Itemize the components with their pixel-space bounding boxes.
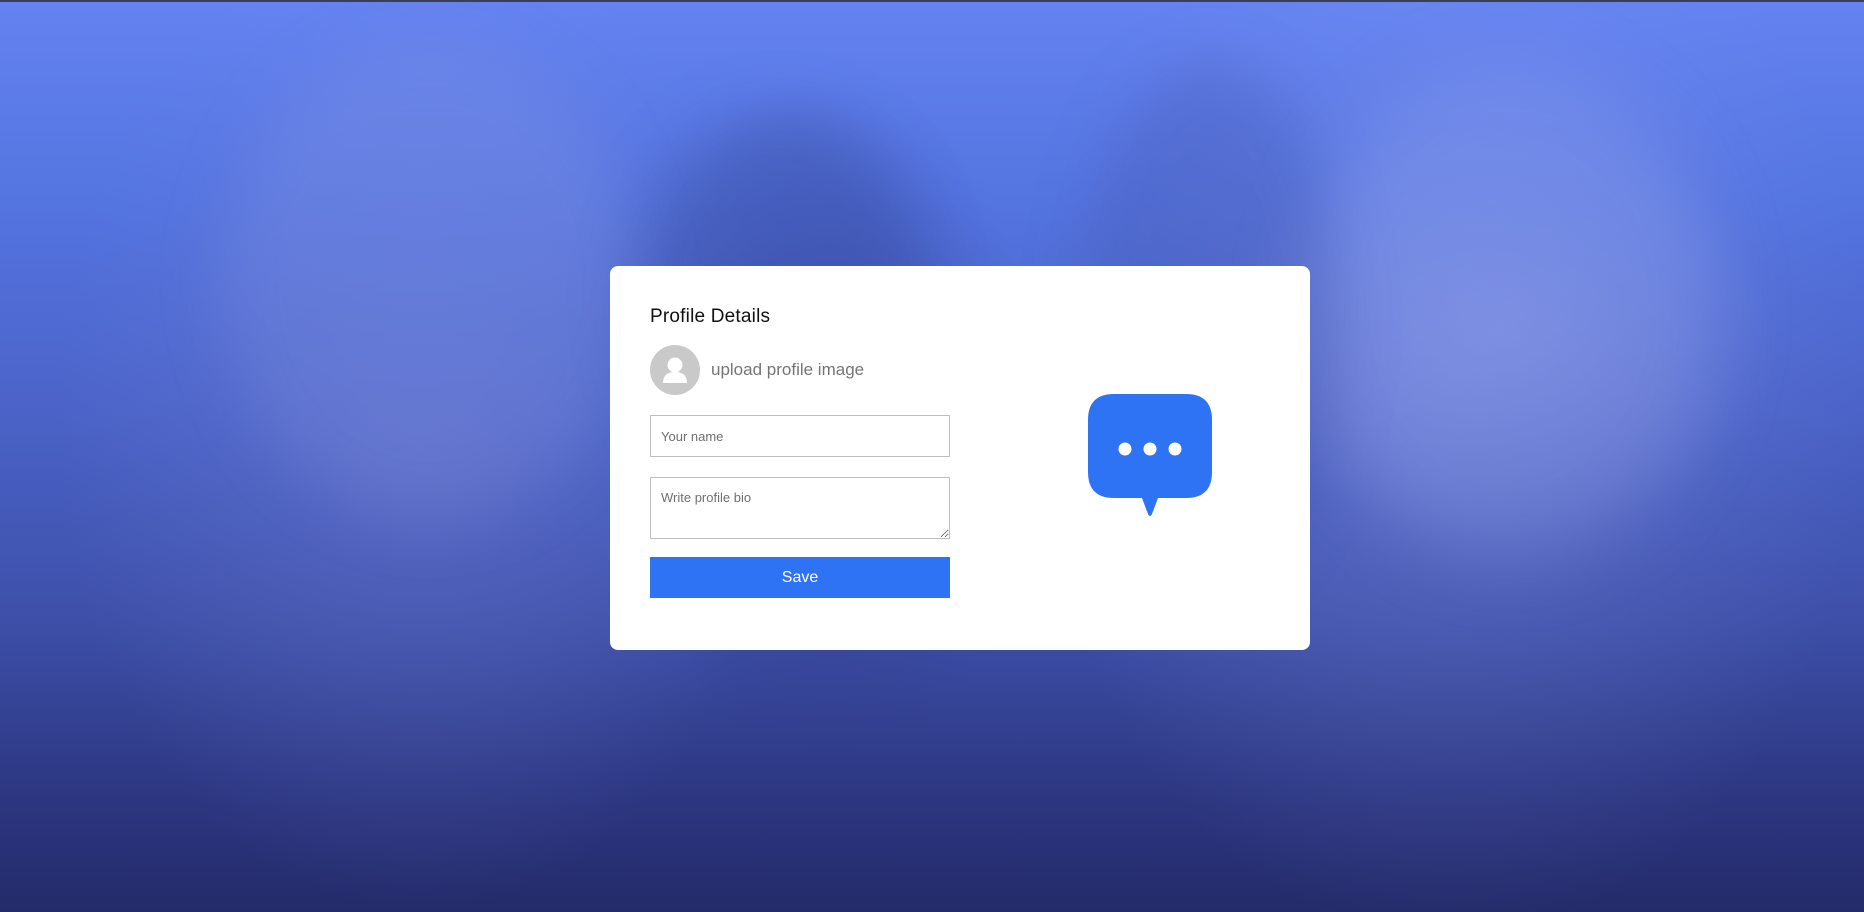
- page-title: Profile Details: [650, 306, 771, 327]
- profile-form: Profile Details upload profile image Sav…: [650, 306, 950, 598]
- background-hero: Profile Details upload profile image Sav…: [0, 0, 1864, 912]
- name-input[interactable]: [650, 415, 950, 457]
- background-shape: [220, 42, 640, 522]
- bio-textarea[interactable]: [650, 477, 950, 539]
- upload-label[interactable]: upload profile image: [711, 360, 864, 380]
- avatar[interactable]: [650, 345, 700, 395]
- background-shape: [1300, 62, 1720, 562]
- user-silhouette-icon: [663, 357, 687, 383]
- save-button[interactable]: Save: [650, 557, 950, 598]
- upload-profile-image[interactable]: upload profile image: [650, 344, 950, 396]
- chat-bubble-dots-icon: [1088, 394, 1212, 516]
- profile-card: Profile Details upload profile image Sav…: [610, 266, 1310, 650]
